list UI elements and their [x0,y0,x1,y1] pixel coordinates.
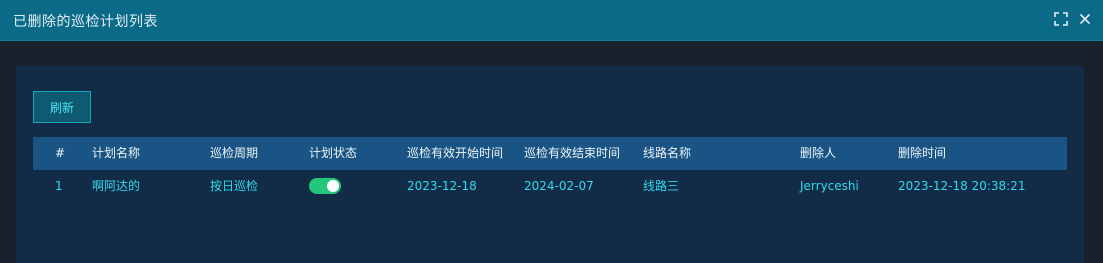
close-icon[interactable] [1076,10,1094,28]
table-header: # 计划名称 巡检周期 计划状态 巡检有效开始时间 巡检有效结束时间 线路名称 … [33,137,1067,170]
column-header-deleted-by: 删除人 [800,146,837,160]
cell-end-date: 2024-02-07 [524,179,594,193]
dialog-title: 已删除的巡检计划列表 [13,14,158,30]
cell-start-date: 2023-12-18 [407,179,477,193]
column-header-end-date: 巡检有效结束时间 [524,146,621,160]
deleted-plans-dialog: 已删除的巡检计划列表 刷新 # 计划名称 巡检周期 计划状态 巡检有效开始时间 … [0,0,1103,263]
table-row[interactable]: 1 啊阿达的 按日巡检 2023-12-18 2024-02-07 线路三 Je… [33,170,1067,203]
dialog-body: 刷新 # 计划名称 巡检周期 计划状态 巡检有效开始时间 巡检有效结束时间 线路… [16,66,1084,263]
cell-deleted-at: 2023-12-18 20:38:21 [898,179,1026,193]
cell-index: 1 [55,179,63,193]
column-header-index: # [55,146,66,160]
column-header-deleted-at: 删除时间 [898,146,947,160]
toggle-knob [327,180,339,192]
cell-cycle: 按日巡检 [210,179,259,193]
column-header-status: 计划状态 [309,146,358,160]
column-header-route-name: 线路名称 [643,146,692,160]
column-header-cycle: 巡检周期 [210,146,259,160]
cell-plan-name: 啊阿达的 [92,179,141,193]
dialog-header: 已删除的巡检计划列表 [0,0,1103,41]
cell-deleted-by: Jerryceshi [800,179,859,193]
status-toggle[interactable] [309,178,341,194]
cell-route-name: 线路三 [643,179,680,193]
refresh-button[interactable]: 刷新 [33,91,91,123]
maximize-icon[interactable] [1052,10,1070,28]
column-header-start-date: 巡检有效开始时间 [407,146,504,160]
column-header-plan-name: 计划名称 [92,146,141,160]
